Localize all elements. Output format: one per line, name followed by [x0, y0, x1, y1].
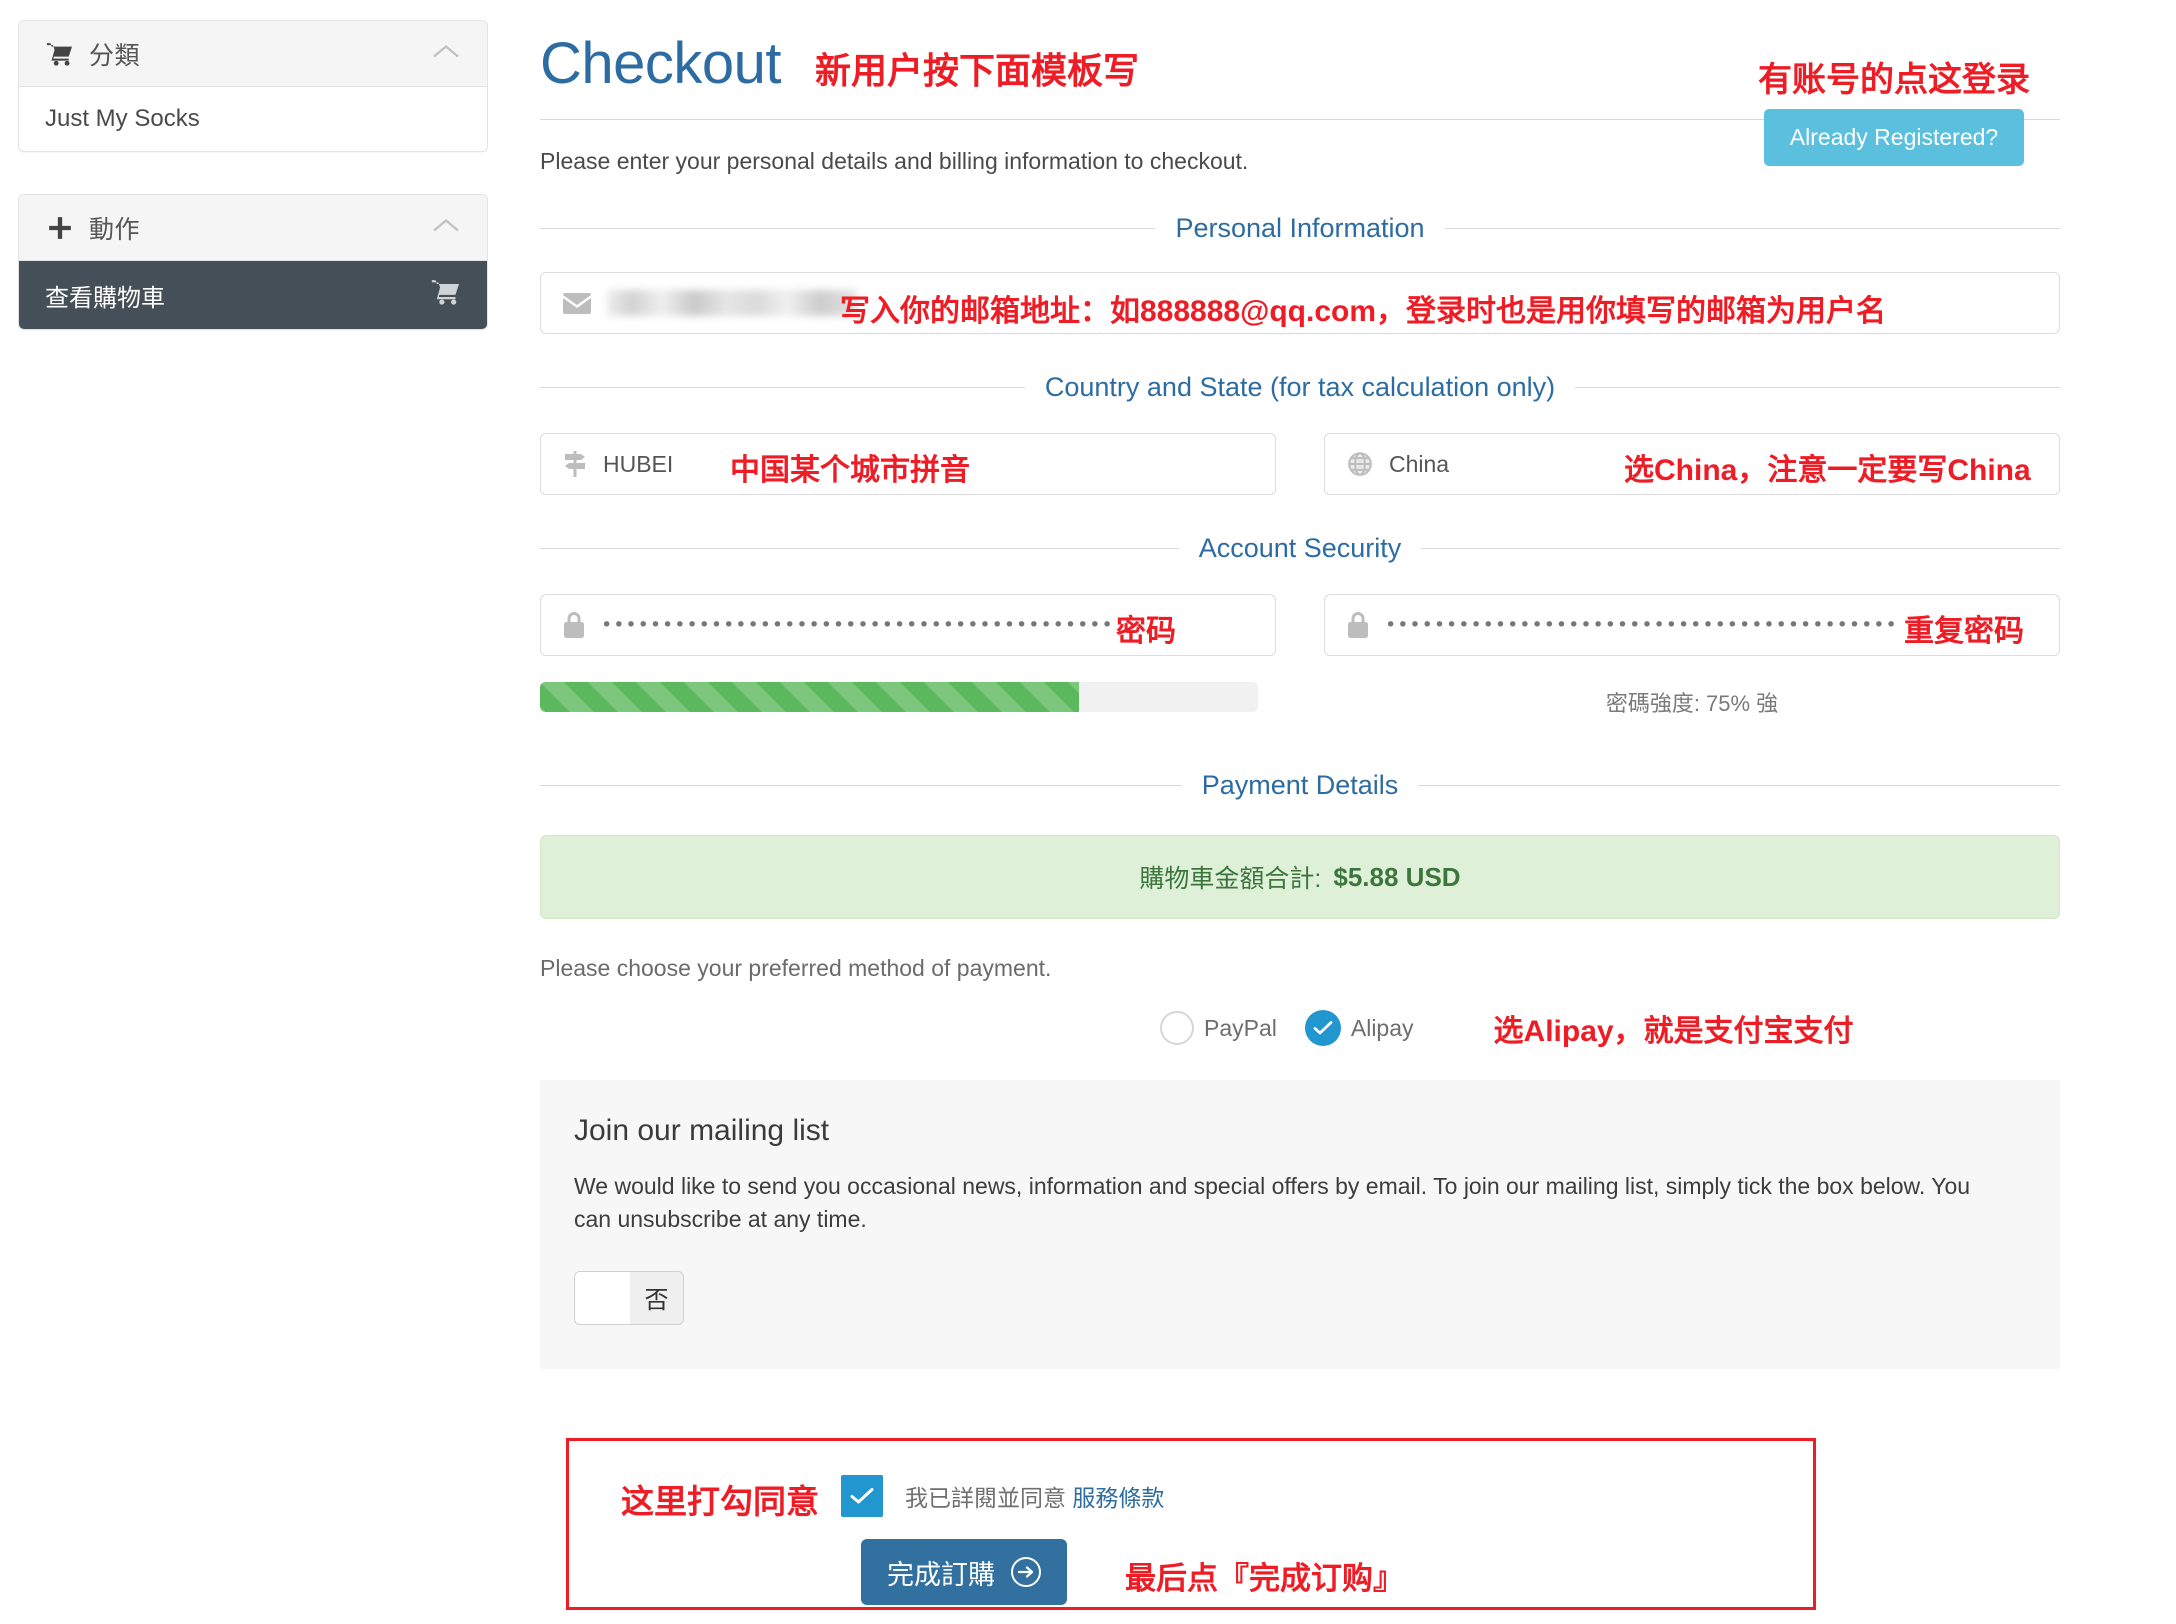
- annotation-email: 写入你的邮箱地址：如888888@qq.com，登录时也是用你填写的邮箱为用户名: [840, 295, 1887, 328]
- already-registered-block: 有账号的点这登录 Already Registered?: [1758, 52, 2030, 166]
- legend-payment-details: Payment Details: [540, 770, 2060, 801]
- cart-icon: [45, 42, 75, 66]
- plus-icon: [45, 215, 75, 241]
- arrow-right-circle-icon: [1011, 1557, 1041, 1587]
- legend-line-right: [1421, 548, 2060, 549]
- password-strength-fill: [540, 682, 1079, 712]
- mailing-list-heading: Join our mailing list: [574, 1114, 830, 1147]
- annotation-country: 选China，注意一定要写China: [1624, 454, 2031, 487]
- annotation-password: 密码: [1116, 615, 1176, 648]
- signpost-icon: [563, 451, 587, 477]
- cart-total-box: 購物車金額合計: $5.88 USD: [540, 835, 2060, 919]
- confirm-password-col: ••••••••••••••••••••••••••••••••••••••••…: [1324, 594, 2060, 718]
- password-col: ••••••••••••••••••••••••••••••••••••••••…: [540, 594, 1276, 718]
- annotation-finish-order: 最后点『完成订购』: [1125, 1561, 1404, 1596]
- sidebar-item-label: 查看購物車: [45, 284, 165, 312]
- annotation-already-registered: 有账号的点这登录: [1758, 61, 2030, 99]
- cart-icon: [431, 279, 461, 312]
- password-value: ••••••••••••••••••••••••••••••••••••••••…: [601, 614, 1114, 636]
- already-registered-button[interactable]: Already Registered?: [1763, 109, 2025, 166]
- terms-link[interactable]: 服務條款: [1072, 1485, 1164, 1511]
- sidebar-item-view-cart[interactable]: 查看購物車: [19, 261, 487, 329]
- confirm-password-value: ••••••••••••••••••••••••••••••••••••••••…: [1385, 614, 1898, 636]
- legend-personal-information: Personal Information: [540, 213, 2061, 244]
- checkout-page: 分類 Just My Socks 動作 查看購物車 Checkout 新用户按下…: [0, 0, 2176, 1624]
- state-value: HUBEI: [603, 450, 674, 477]
- legend-account-security: Account Security: [540, 533, 2060, 564]
- mailing-list-body: We would like to send you occasional new…: [574, 1173, 1971, 1233]
- password-strength-bar: [540, 682, 1258, 712]
- country-state-row: HUBEI 中国某个城市拼音 China 选China，注意一定要写China: [540, 433, 2060, 495]
- mailing-list-toggle[interactable]: 否: [574, 1270, 684, 1325]
- payment-method-alipay[interactable]: Alipay: [1304, 1010, 1414, 1046]
- actions-panel-header[interactable]: 動作: [19, 195, 487, 261]
- password-row: ••••••••••••••••••••••••••••••••••••••••…: [540, 594, 2060, 718]
- annotation-payment-method: 选Alipay，就是支付宝支付: [1493, 1015, 1854, 1048]
- legend-label: Payment Details: [1201, 770, 1399, 800]
- legend-label: Personal Information: [1175, 213, 1425, 243]
- password-strength-text: 密碼強度: 75% 強: [1605, 691, 1779, 716]
- annotation-title: 新用户按下面模板写: [815, 50, 1140, 91]
- categories-panel: 分類 Just My Socks: [18, 20, 488, 152]
- email-value-blurred: [607, 290, 857, 316]
- categories-panel-header[interactable]: 分類: [19, 21, 487, 87]
- mailing-list-section: Join our mailing list We would like to s…: [540, 1080, 2060, 1369]
- toggle-knob[interactable]: [575, 1271, 630, 1324]
- legend-country-state: Country and State (for tax calculation o…: [540, 372, 2061, 403]
- finish-order-highlight-box: 这里打勾同意 我已詳閱並同意 服務條款 完成訂購 最后点『完成订购』: [566, 1438, 1816, 1610]
- cart-total-label: 購物車金額合計:: [1139, 865, 1322, 893]
- legend-label: Account Security: [1198, 533, 1402, 563]
- payment-method-label: PayPal: [1204, 1014, 1277, 1041]
- country-value: China: [1389, 450, 1450, 477]
- page-title: Checkout: [540, 31, 782, 96]
- toggle-label: 否: [630, 1271, 683, 1324]
- categories-panel-title: 分類: [89, 41, 141, 70]
- legend-line-left: [540, 387, 1025, 388]
- terms-prefix: 我已詳閱並同意: [905, 1485, 1066, 1511]
- terms-row: 我已詳閱並同意 服務條款: [841, 1475, 1164, 1517]
- sidebar-item-just-my-socks[interactable]: Just My Socks: [19, 87, 487, 151]
- payment-methods: PayPal Alipay 选Alipay，就是支付宝支付: [540, 1006, 2176, 1050]
- chevron-up-icon[interactable]: [431, 216, 461, 239]
- chevron-up-icon[interactable]: [431, 42, 461, 65]
- annotation-tick-agree: 这里打勾同意: [621, 1483, 819, 1520]
- envelope-icon: [563, 292, 591, 314]
- lock-icon: [563, 611, 585, 639]
- actions-panel-title: 動作: [89, 215, 141, 244]
- annotation-state: 中国某个城市拼音: [730, 454, 970, 487]
- legend-line-right: [1575, 387, 2061, 388]
- legend-line-left: [540, 548, 1179, 549]
- terms-text: 我已詳閱並同意 服務條款: [905, 1479, 1164, 1513]
- radio-checked-icon[interactable]: [1304, 1010, 1341, 1046]
- legend-line-right: [1418, 785, 2060, 786]
- annotation-confirm-password: 重复密码: [1904, 615, 2024, 648]
- legend-label: Country and State (for tax calculation o…: [1044, 372, 1556, 402]
- sidebar: 分類 Just My Socks 動作 查看購物車: [18, 20, 488, 372]
- actions-panel: 動作 查看購物車: [18, 194, 488, 330]
- payment-method-label: Alipay: [1350, 1014, 1414, 1041]
- cart-total-value: $5.88 USD: [1333, 861, 1461, 892]
- country-col: China 选China，注意一定要写China: [1324, 433, 2060, 495]
- checkout-main: Checkout 新用户按下面模板写 有账号的点这登录 Already Regi…: [540, 0, 2176, 1624]
- finish-order-label: 完成訂購: [887, 1559, 995, 1590]
- payment-method-paypal[interactable]: PayPal: [1160, 1011, 1277, 1045]
- globe-icon: [1347, 451, 1373, 477]
- terms-checkbox[interactable]: [841, 1475, 883, 1517]
- choose-payment-text: Please choose your preferred method of p…: [540, 955, 1052, 981]
- legend-line-right: [1444, 228, 2061, 229]
- legend-line-left: [540, 785, 1182, 786]
- legend-line-left: [540, 228, 1156, 229]
- sidebar-item-label: Just My Socks: [45, 105, 200, 132]
- lock-icon: [1347, 611, 1369, 639]
- radio-unchecked-icon[interactable]: [1160, 1011, 1194, 1045]
- state-col: HUBEI 中国某个城市拼音: [540, 433, 1276, 495]
- finish-order-button[interactable]: 完成訂購: [861, 1539, 1067, 1605]
